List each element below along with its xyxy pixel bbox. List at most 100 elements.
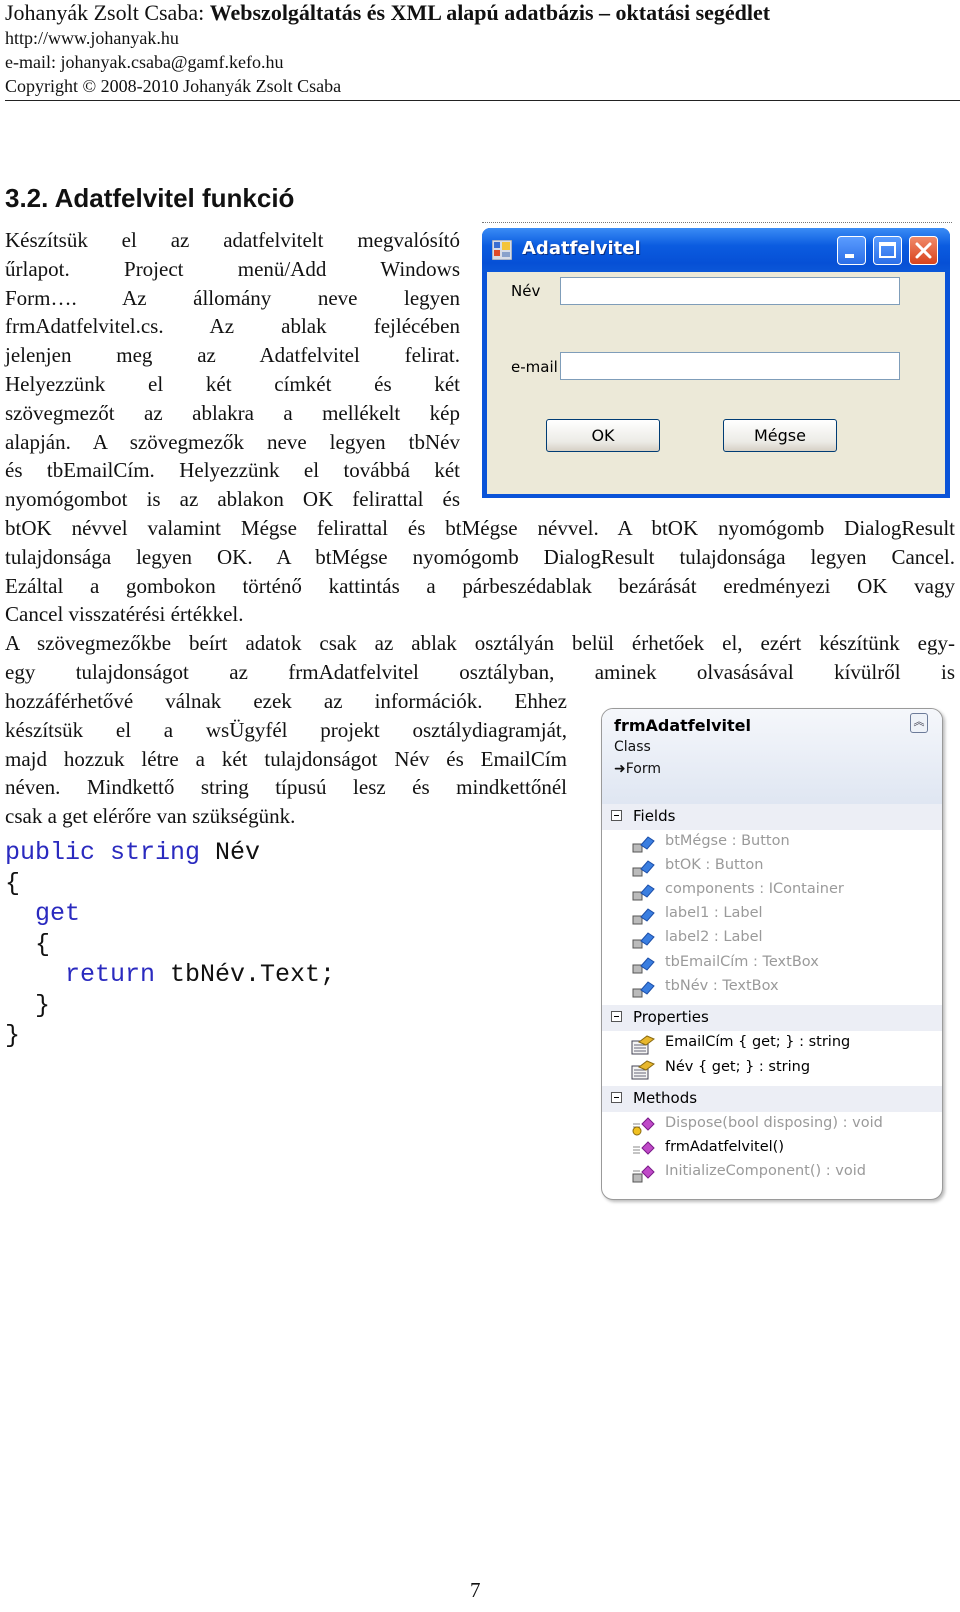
code-identifier: Név xyxy=(200,838,261,867)
private-method-icon xyxy=(632,1165,655,1183)
class-kind: Class xyxy=(614,739,651,755)
field-item[interactable]: label1 : Label xyxy=(631,904,931,928)
method-label: frmAdatfelvitel() xyxy=(665,1139,784,1155)
text-line: Készítsük el az adatfelvitelt megvalósít… xyxy=(5,228,460,252)
text-line: és tbEmailCím. Helyezzünk el továbbá két xyxy=(5,458,460,483)
class-base-name: Form xyxy=(625,761,662,777)
code-keyword: public string xyxy=(5,838,201,867)
method-label: Dispose(bool disposing) : void xyxy=(665,1115,883,1131)
close-button[interactable] xyxy=(909,236,938,265)
text-line: Helyezzünk el két címkét és két xyxy=(5,371,460,396)
text-line: néven. Mindkettő string típusú lesz és m… xyxy=(5,775,567,800)
minimize-button[interactable] xyxy=(837,236,866,265)
figure-border xyxy=(482,222,952,223)
dialog-title: Adatfelvitel xyxy=(522,238,641,259)
protected-method-icon xyxy=(632,1117,655,1136)
name-input[interactable] xyxy=(560,277,900,305)
field-item[interactable]: btOK : Button xyxy=(631,856,931,880)
field-label: btMégse : Button xyxy=(665,833,790,849)
class-diagram-shape[interactable]: frmAdatfelvitel Class ➜Form ︽ Fields btM… xyxy=(601,708,943,1200)
page-number: 7 xyxy=(470,1578,481,1602)
method-item[interactable]: InitializeComponent() : void xyxy=(631,1162,931,1186)
field-item[interactable]: tbNév : TextBox xyxy=(631,977,931,1001)
code-keyword: get xyxy=(35,899,81,928)
text-line: jelenjen meg az Adatfelvitel felirat. xyxy=(5,343,460,368)
name-label: Név xyxy=(511,282,541,300)
code-statement: tbNév.Text; xyxy=(155,960,336,989)
private-field-icon xyxy=(632,908,655,925)
method-label: InitializeComponent() : void xyxy=(665,1163,866,1179)
text-line: tulajdonsága legyen OK. A btMégse nyomóg… xyxy=(5,544,955,569)
paragraph-1-left: Készítsük el az adatfelvitelt megvalósít… xyxy=(5,226,460,514)
email-input[interactable] xyxy=(560,352,900,380)
section-label: Fields xyxy=(633,807,676,825)
property-icon xyxy=(631,1060,655,1080)
text-line: majd hozzuk létre a két tulajdonságot Né… xyxy=(5,746,567,771)
property-icon xyxy=(631,1035,655,1055)
text-line: btOK névvel valamint Mégse felirattal és… xyxy=(5,516,955,540)
collapse-minus-icon[interactable] xyxy=(611,1011,622,1022)
collapse-minus-icon[interactable] xyxy=(611,1092,622,1103)
text-line: Ezáltal a gombokon történő kattintás a p… xyxy=(5,573,955,598)
section-label: Properties xyxy=(633,1008,709,1026)
text-line: egy tulajdonságot az frmAdatfelvitel osz… xyxy=(5,659,955,684)
code-brace: } xyxy=(35,990,51,1020)
email-label: e-mail xyxy=(511,358,558,376)
field-label: label1 : Label xyxy=(665,905,763,921)
header-author: Johanyák Zsolt Csaba: xyxy=(5,0,205,25)
text-line: szövegmezőt az ablakra a mellékelt kép xyxy=(5,400,460,425)
text-line: nyomógombot is az ablakon OK felirattal … xyxy=(5,487,460,512)
text-line: űrlapot. Project menü/Add Windows xyxy=(5,256,460,281)
public-method-icon xyxy=(633,1141,655,1155)
section-methods[interactable]: Methods xyxy=(602,1086,942,1112)
field-item[interactable]: tbEmailCím : TextBox xyxy=(631,953,931,977)
code-brace: { xyxy=(5,868,21,898)
paragraph-2-left: hozzáférhetővé válnak ezek az információ… xyxy=(5,687,567,831)
field-item[interactable]: label2 : Label xyxy=(631,928,931,952)
section-heading: 3.2. Adatfelvitel funkció xyxy=(5,183,295,213)
field-label: tbNév : TextBox xyxy=(665,978,779,994)
field-label: tbEmailCím : TextBox xyxy=(665,954,819,970)
maximize-button[interactable] xyxy=(873,236,902,265)
method-item[interactable]: Dispose(bool disposing) : void xyxy=(631,1114,931,1138)
maximize-icon xyxy=(879,242,896,258)
property-item[interactable]: Név { get; } : string xyxy=(631,1058,931,1082)
private-field-icon xyxy=(632,884,655,901)
section-fields[interactable]: Fields xyxy=(602,804,942,830)
field-label: components : IContainer xyxy=(665,881,844,897)
minimize-icon xyxy=(845,254,854,258)
dialog-titlebar[interactable]: Adatfelvitel xyxy=(482,228,950,272)
dialog-window: Adatfelvitel Név e-mail xyxy=(482,228,950,498)
collapse-chevrons-icon[interactable]: ︽ xyxy=(910,713,928,733)
private-field-icon xyxy=(632,836,655,853)
code-keyword: return xyxy=(65,960,156,989)
property-label: EmailCím { get; } : string xyxy=(665,1034,851,1050)
method-item[interactable]: frmAdatfelvitel() xyxy=(631,1138,931,1162)
property-item[interactable]: EmailCím { get; } : string xyxy=(631,1033,931,1057)
field-item[interactable]: components : IContainer xyxy=(631,880,931,904)
header-document-title: Webszolgáltatás és XML alapú adatbázis –… xyxy=(209,0,771,25)
inheritance-arrow-icon: ➜ xyxy=(614,761,626,777)
collapse-minus-icon[interactable] xyxy=(611,810,622,821)
form-app-icon xyxy=(492,240,512,260)
dialog-client-area: Név e-mail xyxy=(487,272,945,494)
header-divider xyxy=(5,100,960,101)
code-brace: } xyxy=(5,1021,21,1050)
text-line: Form…. Az állomány neve legyen xyxy=(5,285,460,310)
class-name: frmAdatfelvitel xyxy=(614,716,751,735)
code-block: public string Név { get { return tbNév.T… xyxy=(5,838,335,1052)
class-base: ➜Form xyxy=(614,761,661,777)
text-line: Cancel visszatérési értékkel. xyxy=(5,602,244,627)
header-url: http://www.johanyak.hu xyxy=(5,28,179,48)
text-line: hozzáférhetővé válnak ezek az információ… xyxy=(5,689,567,713)
field-item[interactable]: btMégse : Button xyxy=(631,832,931,856)
section-properties[interactable]: Properties xyxy=(602,1005,942,1031)
field-label: label2 : Label xyxy=(665,929,763,945)
ok-button[interactable]: OK xyxy=(546,419,660,452)
paragraph-2-full: A szövegmezőkbe beírt adatok csak az abl… xyxy=(5,629,955,687)
text-line: csak a get elérőre van szükségünk. xyxy=(5,804,296,829)
text-line: frmAdatfelvitel.cs. Az ablak fejlécében xyxy=(5,314,460,339)
cancel-button[interactable]: Mégse xyxy=(723,419,837,452)
private-field-icon xyxy=(632,860,655,877)
header-email: e-mail: johanyak.csaba@gamf.kefo.hu xyxy=(5,52,284,72)
